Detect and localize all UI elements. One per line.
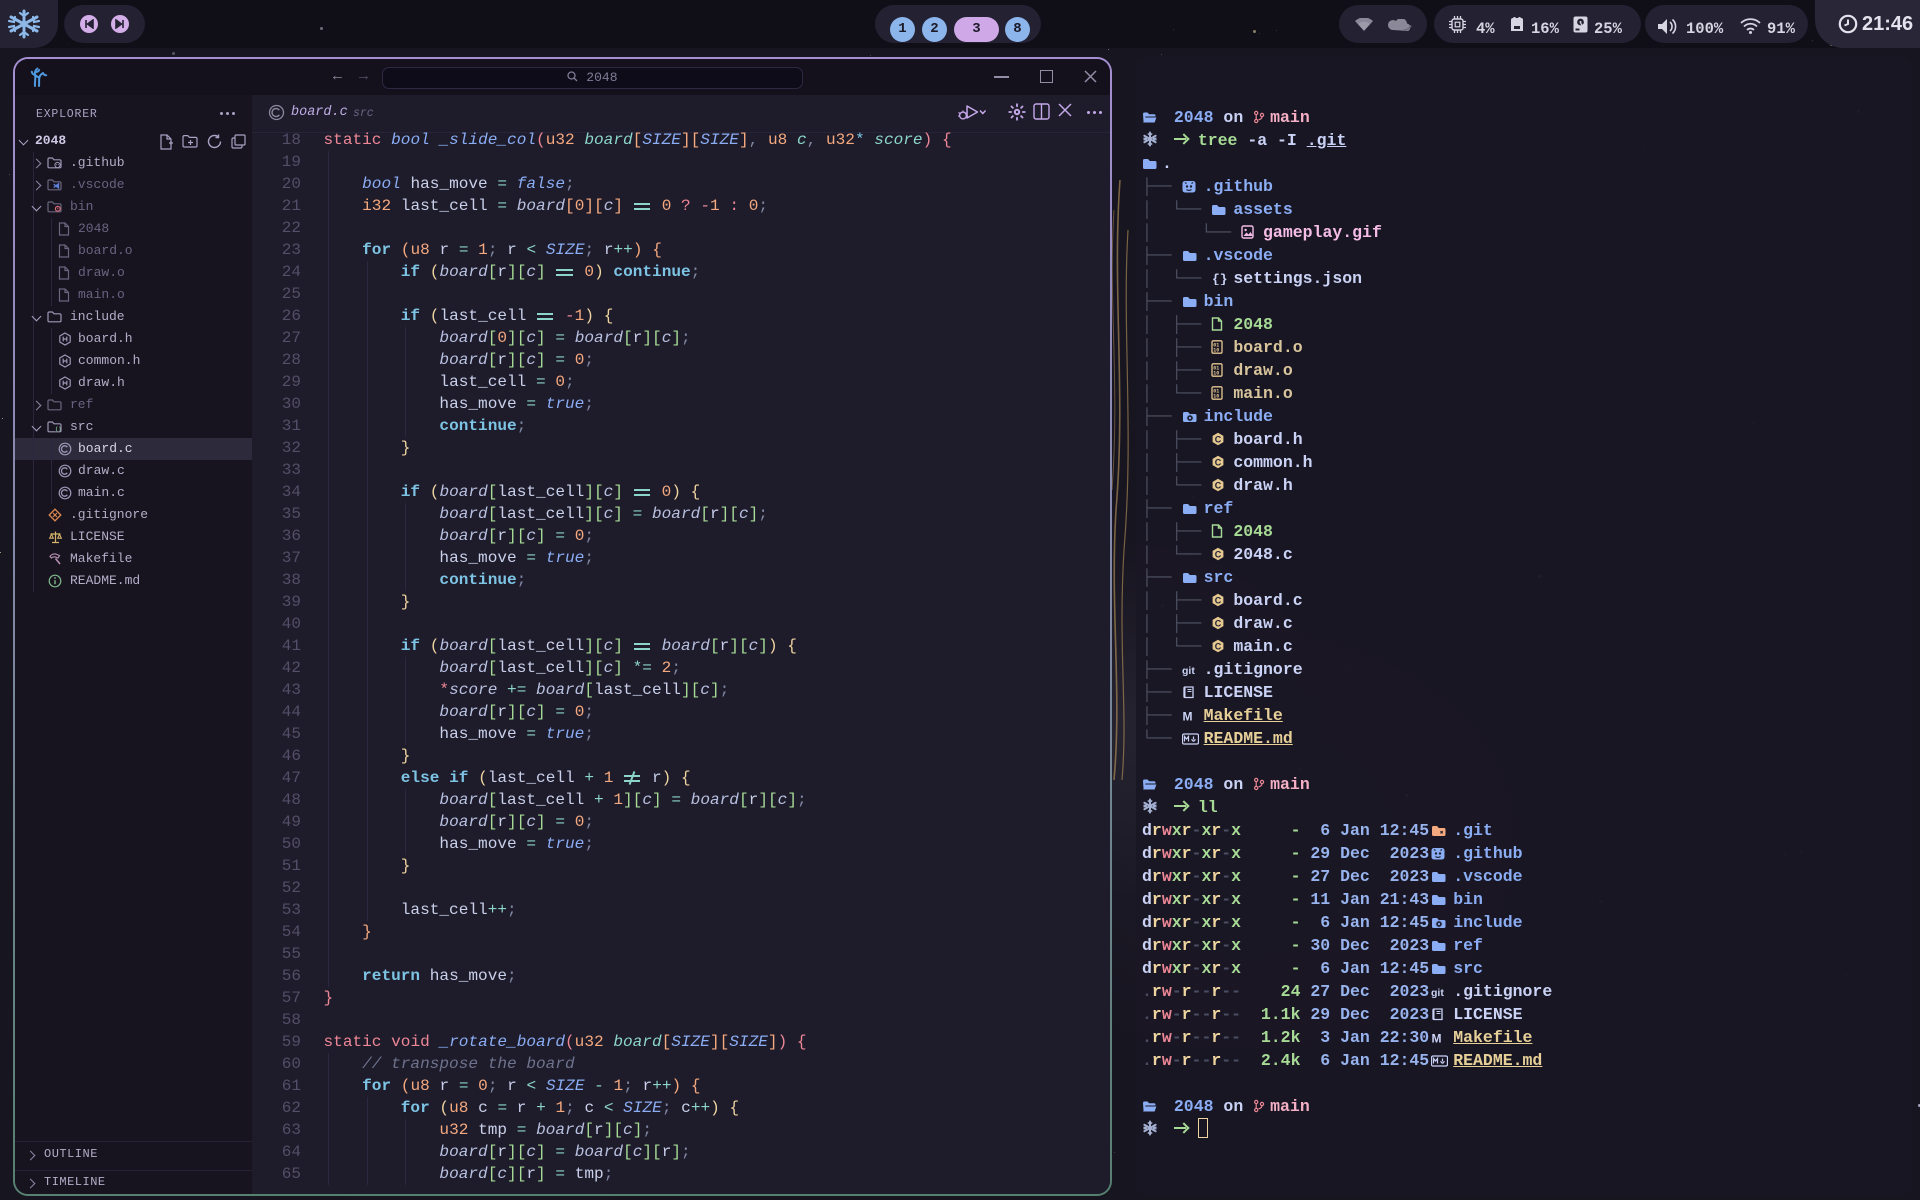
svg-text:git: git [1431, 987, 1444, 998]
svg-text:C: C [1215, 458, 1222, 468]
svg-text:{}: {} [1212, 272, 1227, 285]
svg-text:M: M [1182, 710, 1192, 722]
svg-text:C: C [1215, 435, 1222, 445]
svg-text:C: C [1215, 596, 1222, 606]
svg-text:10: 10 [1214, 348, 1220, 354]
svg-text:M: M [1432, 1032, 1442, 1044]
svg-text:git: git [1182, 665, 1195, 676]
svg-text:C: C [1215, 481, 1222, 491]
svg-text:C: C [1215, 619, 1222, 629]
svg-text:10: 10 [1214, 394, 1220, 400]
svg-text:C: C [1215, 642, 1222, 652]
svg-text:C: C [1215, 550, 1222, 560]
svg-text:(): () [55, 426, 62, 433]
svg-text:10: 10 [1214, 371, 1220, 377]
